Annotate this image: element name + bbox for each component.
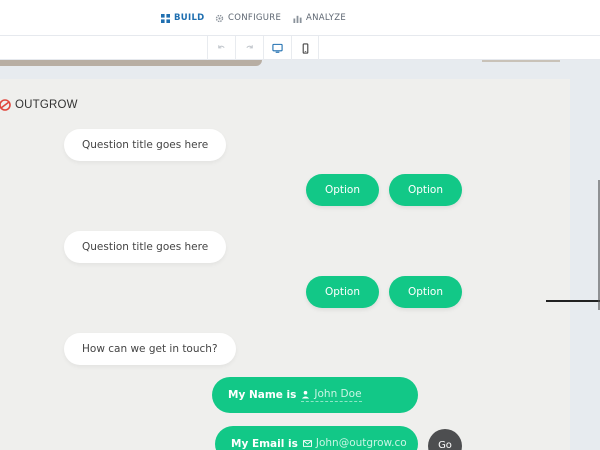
bar-chart-icon [293,15,302,23]
question-bubble-1[interactable]: Question title goes here [64,129,227,161]
outgrow-logo: OUTGROW [0,97,78,113]
desktop-icon [272,43,283,53]
tab-configure[interactable]: CONFIGURE [215,11,281,25]
gear-icon [215,14,224,22]
hero-image-edge-right [482,60,560,62]
mobile-view-button[interactable] [291,36,319,60]
divider-line [546,300,600,302]
logo-text: OUTGROW [15,99,78,111]
name-input[interactable]: John Doe [301,388,362,402]
option-button-2a[interactable]: Option [306,276,379,308]
redo-button[interactable] [235,36,263,60]
email-placeholder: John@outgrow.co [315,437,407,449]
email-field[interactable]: My Email is John@outgrow.co [215,426,418,450]
mail-icon [302,439,312,447]
tab-build[interactable]: BUILD [161,11,205,25]
name-label: My Name is [228,389,297,401]
redo-icon [246,44,253,48]
undo-button[interactable] [207,36,235,60]
desktop-view-button[interactable] [263,36,291,60]
view-toolbar [0,36,600,60]
question-bubble-3[interactable]: How can we get in touch? [64,333,236,365]
mobile-icon [302,42,308,54]
tab-configure-label: CONFIGURE [228,13,282,23]
canvas-gutter [570,79,600,450]
tab-analyze[interactable]: ANALYZE [293,11,346,25]
name-field[interactable]: My Name is John Doe [212,377,418,413]
tab-build-label: BUILD [174,13,205,23]
grid-icon [161,13,170,23]
user-icon [302,390,310,399]
email-label: My Email is [231,438,298,450]
hero-image-edge [0,60,262,66]
option-button-1b[interactable]: Option [389,174,462,206]
undo-icon [218,44,225,48]
question-bubble-2[interactable]: Question title goes here [64,231,227,263]
option-button-1a[interactable]: Option [306,174,379,206]
top-nav: BUILD CONFIGURE ANALYZE [0,0,600,36]
email-input[interactable]: John@outgrow.co [302,437,407,450]
option-button-2b[interactable]: Option [389,276,462,308]
name-placeholder: John Doe [314,388,362,400]
tab-analyze-label: ANALYZE [306,13,347,23]
outgrow-logo-icon [0,99,11,111]
